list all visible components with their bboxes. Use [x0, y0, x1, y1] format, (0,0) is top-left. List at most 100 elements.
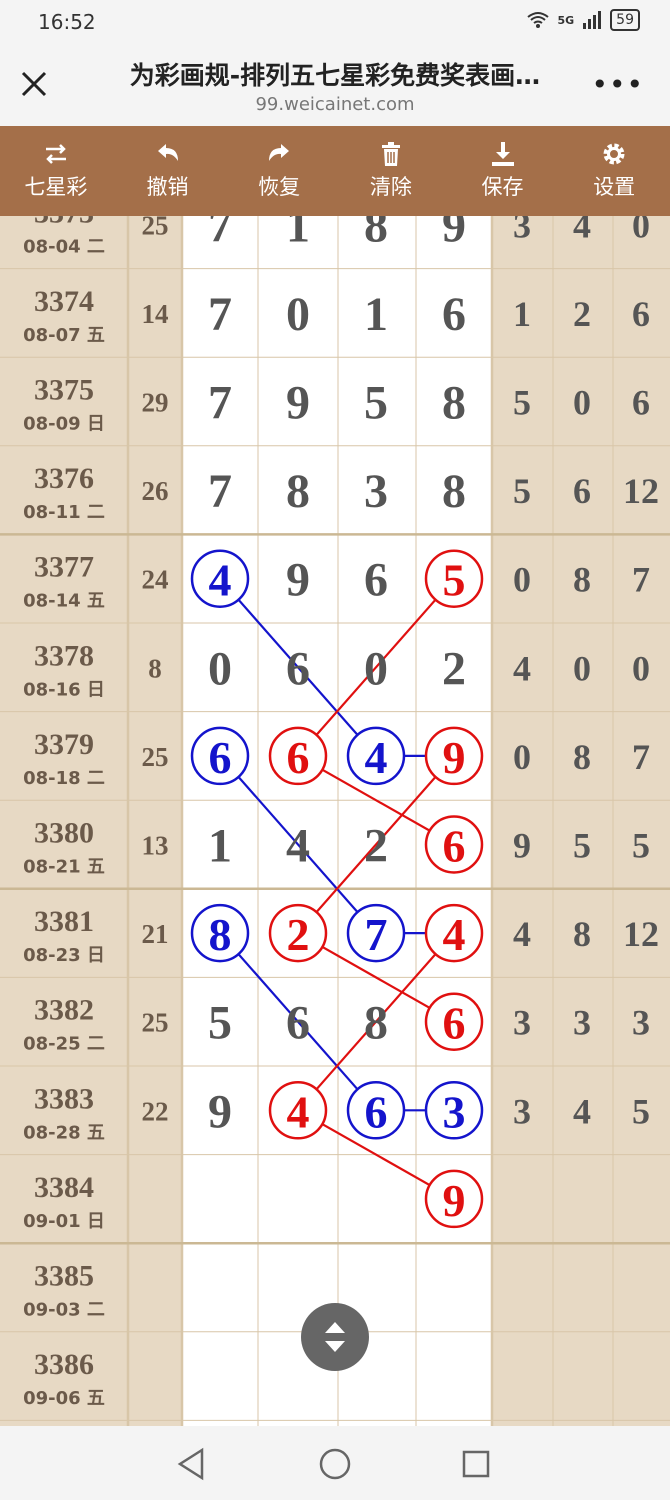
digit-cell[interactable]: 7: [365, 909, 388, 960]
more-menu-icon[interactable]: •••: [591, 68, 644, 101]
sum-value: 13: [142, 831, 169, 861]
digit-cell[interactable]: 8: [442, 377, 466, 430]
digit-cell[interactable]: 0: [208, 642, 232, 695]
issue-date: 09-03 二: [23, 1300, 105, 1321]
sum-value: 25: [142, 216, 169, 240]
tail-value: 3: [513, 216, 531, 245]
issue-date: 08-04 二: [23, 236, 105, 257]
issue-date: 09-06 五: [23, 1388, 105, 1409]
digit-cell[interactable]: 9: [286, 554, 310, 607]
digit-cell[interactable]: 2: [442, 642, 466, 695]
page-url: 99.weicainet.com: [255, 94, 415, 115]
tail-value: 0: [632, 216, 650, 245]
digit-cell[interactable]: 3: [443, 1086, 466, 1137]
digit-cell[interactable]: 4: [287, 1086, 310, 1137]
undo-button[interactable]: 撤销: [112, 126, 224, 216]
digit-cell[interactable]: 7: [208, 216, 232, 252]
issue-date: 08-28 五: [23, 1122, 105, 1143]
digit-cell[interactable]: 6: [364, 554, 388, 607]
issue-date: 08-21 五: [23, 857, 105, 878]
issue-number: 3379: [34, 728, 94, 761]
issue-number: 3373: [34, 216, 94, 229]
digit-cell[interactable]: 8: [364, 216, 388, 252]
digit-cell[interactable]: 4: [365, 732, 388, 783]
digit-cell[interactable]: 6: [443, 821, 466, 872]
digit-cell[interactable]: 6: [286, 997, 310, 1050]
digit-cell[interactable]: 7: [208, 377, 232, 430]
wifi-icon: [527, 12, 550, 28]
digit-cell[interactable]: 6: [443, 998, 466, 1049]
back-icon[interactable]: [172, 1444, 212, 1484]
tail-value: 12: [623, 914, 659, 954]
digit-cell[interactable]: 6: [442, 288, 466, 341]
digit-cell[interactable]: 0: [364, 642, 388, 695]
digit-cell[interactable]: 6: [365, 1086, 388, 1137]
swap-icon: [45, 144, 66, 164]
sum-value: 21: [142, 919, 169, 949]
settings-label: 设置: [593, 175, 636, 199]
tail-value: 8: [573, 914, 591, 954]
digit-cell[interactable]: 9: [442, 216, 466, 252]
digit-cell[interactable]: 8: [442, 465, 466, 518]
digit-cell[interactable]: 5: [208, 997, 232, 1050]
redo-button[interactable]: 恢复: [223, 126, 335, 216]
digit-cell[interactable]: 8: [364, 997, 388, 1050]
issue-date: 08-25 二: [23, 1034, 105, 1055]
lottery-switch-label: 七星彩: [24, 175, 88, 199]
digit-cell[interactable]: 1: [364, 288, 388, 341]
digit-cell[interactable]: 8: [286, 465, 310, 518]
gear-icon: [603, 143, 625, 165]
settings-button[interactable]: 设置: [558, 126, 670, 216]
digit-cell[interactable]: 9: [443, 1175, 466, 1226]
issue-date: 08-07 五: [23, 325, 105, 346]
digit-cell[interactable]: 2: [364, 820, 388, 873]
tail-value: 7: [632, 737, 650, 777]
issue-number: 3381: [34, 905, 94, 938]
digit-cell[interactable]: 5: [364, 377, 388, 430]
issue-date: 08-18 二: [23, 768, 105, 789]
status-icons: 5G 59: [527, 9, 640, 31]
tail-value: 3: [632, 1003, 650, 1043]
number-chart[interactable]: 337308-04 二257189340337408-07 五147016126…: [0, 216, 670, 1426]
issue-date: 08-23 日: [23, 945, 105, 966]
digit-cell[interactable]: 8: [209, 909, 232, 960]
clear-button[interactable]: 清除: [335, 126, 447, 216]
scroll-toggle-button[interactable]: [301, 1303, 369, 1371]
digit-cell[interactable]: 1: [208, 820, 232, 873]
digit-cell[interactable]: 6: [209, 732, 232, 783]
undo-icon: [157, 144, 178, 161]
digit-cell[interactable]: 6: [286, 642, 310, 695]
close-icon[interactable]: [16, 66, 52, 102]
digit-cell[interactable]: 4: [443, 909, 466, 960]
sum-value: 25: [142, 742, 169, 772]
digit-cell[interactable]: 4: [209, 555, 232, 606]
digit-cell[interactable]: 9: [286, 377, 310, 430]
sum-value: 24: [142, 565, 169, 595]
digit-cell[interactable]: 6: [287, 732, 310, 783]
tail-value: 2: [573, 294, 591, 334]
digit-cell[interactable]: 1: [286, 216, 310, 252]
lottery-switch-button[interactable]: 七星彩: [0, 126, 112, 216]
digit-cell[interactable]: 4: [286, 820, 310, 873]
digit-cell[interactable]: 7: [208, 288, 232, 341]
digit-cell[interactable]: 9: [208, 1085, 232, 1138]
digit-cell[interactable]: 9: [443, 732, 466, 783]
sum-value: 22: [142, 1096, 169, 1126]
tail-value: 6: [632, 383, 650, 423]
tail-value: 5: [632, 1091, 650, 1131]
recents-icon[interactable]: [456, 1444, 496, 1484]
tail-value: 4: [573, 1091, 591, 1131]
issue-number: 3384: [34, 1171, 94, 1204]
network-type: 5G: [557, 13, 575, 27]
digit-cell[interactable]: 3: [364, 465, 388, 518]
digit-cell[interactable]: 5: [443, 555, 466, 606]
digit-cell[interactable]: 0: [286, 288, 310, 341]
tail-value: 6: [573, 471, 591, 511]
digit-cell[interactable]: 7: [208, 465, 232, 518]
tail-value: 4: [513, 648, 531, 688]
issue-number: 3386: [34, 1348, 94, 1381]
issue-date: 08-11 二: [23, 502, 105, 523]
save-button[interactable]: 保存: [447, 126, 559, 216]
home-icon[interactable]: [315, 1444, 355, 1484]
digit-cell[interactable]: 2: [287, 909, 310, 960]
